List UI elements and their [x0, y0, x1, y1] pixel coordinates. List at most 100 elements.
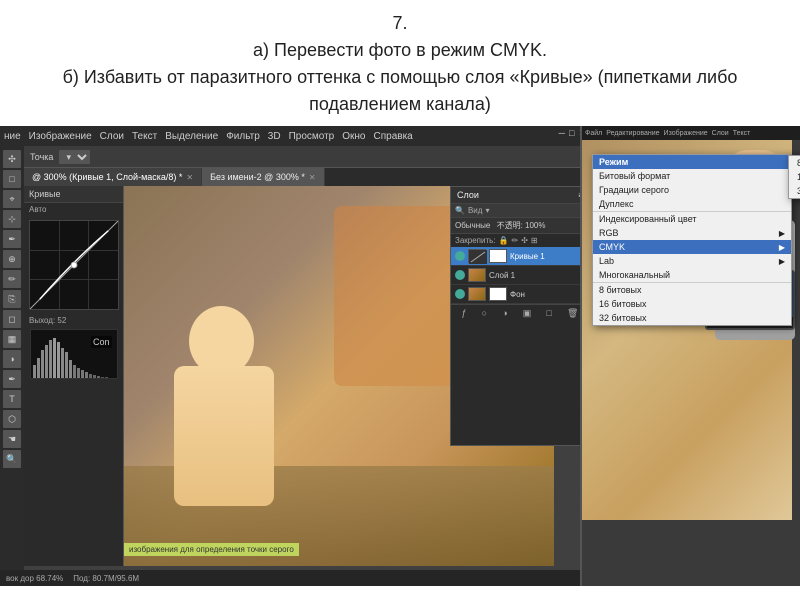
menu-nie[interactable]: ние: [4, 131, 21, 142]
tool-heal[interactable]: ⊕: [3, 250, 21, 268]
dropdown-menu[interactable]: Режим Битовый формат Градации серого Дуп…: [592, 154, 792, 326]
layers-search-row: 🔍 Вид ▾: [451, 204, 589, 218]
tab-2[interactable]: Без имени-2 @ 300% * ✕: [202, 168, 324, 186]
layers-bottom-bar: ƒ ○ ◑ ▣ □ 🗑: [451, 304, 589, 322]
menu-item-multichannel[interactable]: Многоканальный: [593, 268, 791, 282]
menu-item-indexed[interactable]: Индексированный цвет: [593, 211, 791, 226]
submenu-cmyk[interactable]: 8 бит/канал 16 бит/канал 32 бита/канал: [788, 155, 800, 199]
ps2-menubar[interactable]: Файл Редактирование Изображение Слои Тек…: [582, 126, 800, 140]
brush-icon[interactable]: ✏: [512, 236, 519, 245]
slide-header: 7. а) Перевести фото в режим CMYK. б) Из…: [0, 0, 800, 126]
ps2-menu-text[interactable]: Текст: [733, 130, 751, 137]
delete-layer-icon[interactable]: 🗑: [567, 308, 578, 319]
layer-1[interactable]: Слой 1: [451, 266, 589, 285]
chevron-down-icon[interactable]: ▾: [485, 206, 489, 215]
tool-brush[interactable]: ✏: [3, 270, 21, 288]
layer-curves-1[interactable]: Кривые 1: [451, 247, 589, 266]
ps2-content: Режим Битовый формат Градации серого Дуп…: [582, 140, 800, 586]
tool-pen[interactable]: ✒: [3, 370, 21, 388]
tool-name-label: Точка: [30, 152, 53, 162]
tool-zoom[interactable]: 🔍: [3, 450, 21, 468]
tab-1-close[interactable]: ✕: [186, 173, 193, 182]
tool-text[interactable]: T: [3, 390, 21, 408]
ps-window-2: Файл Редактирование Изображение Слои Тек…: [580, 126, 800, 586]
ps2-menu-layers[interactable]: Слои: [712, 130, 729, 137]
layers-lock-row: Закрепить: 🔒 ✏ ✣ ⊞: [451, 234, 589, 247]
layer-eye-1[interactable]: [455, 270, 465, 280]
menu-help[interactable]: Справка: [374, 131, 413, 142]
tool-crop[interactable]: ⊹: [3, 210, 21, 228]
layers-panel: Слои ≡ 🔍 Вид ▾ Обычные 不透明: 100% Закрепи…: [450, 186, 590, 446]
menu-item-duotone[interactable]: Дуплекс: [593, 197, 791, 211]
task-a: а) Перевести фото в режим CMYK.: [60, 37, 740, 64]
menu-item-lab[interactable]: Lab ▶: [593, 254, 791, 268]
submenu-8bit[interactable]: 8 бит/канал: [789, 156, 800, 170]
ps2-menu-file[interactable]: Файл: [585, 130, 602, 137]
submenu-32bit[interactable]: 32 бита/канал: [789, 184, 800, 198]
menu-window[interactable]: Окно: [342, 131, 365, 142]
tool-select[interactable]: □: [3, 170, 21, 188]
layer-thumb-1: [468, 268, 486, 282]
tool-lasso[interactable]: ⌖: [3, 190, 21, 208]
ps2-menu-edit[interactable]: Редактирование: [606, 130, 659, 137]
submenu-16bit[interactable]: 16 бит/канал: [789, 170, 800, 184]
doc-size: Под: 80.7М/95.6М: [73, 574, 139, 583]
add-mask-icon[interactable]: ○: [482, 308, 487, 319]
menu-image[interactable]: Изображение: [29, 131, 92, 142]
new-group-icon[interactable]: ▣: [523, 308, 532, 319]
menu-header: Режим: [593, 155, 791, 169]
tool-gradient[interactable]: ▦: [3, 330, 21, 348]
menu-filter[interactable]: Фильтр: [226, 131, 260, 142]
menu-item-32bit[interactable]: 32 битовых: [593, 311, 791, 325]
slide-number: 7.: [60, 10, 740, 37]
tool-move[interactable]: ✣: [3, 150, 21, 168]
ps-main-window: ние Изображение Слои Текст Выделение Фил…: [0, 126, 590, 586]
ps-menubar[interactable]: ние Изображение Слои Текст Выделение Фил…: [0, 126, 590, 146]
task-b: б) Избавить от паразитного оттенка с пом…: [60, 64, 740, 118]
tool-path[interactable]: ⬡: [3, 410, 21, 428]
curves-display[interactable]: [29, 220, 119, 310]
lock-icon[interactable]: 🔒: [499, 236, 509, 245]
layers-view-label[interactable]: Вид: [468, 206, 482, 215]
tool-dodge[interactable]: ◑: [3, 350, 21, 368]
art-icon[interactable]: ⊞: [531, 236, 538, 245]
tab-2-close[interactable]: ✕: [309, 173, 316, 182]
menu-3d[interactable]: 3D: [268, 131, 281, 142]
tab-1-label: @ 300% (Кривые 1, Слой-маска/8) *: [32, 172, 182, 182]
search-icon: 🔍: [455, 206, 465, 215]
menu-item-grayscale[interactable]: Градации серого: [593, 183, 791, 197]
tool-hand[interactable]: ☚: [3, 430, 21, 448]
ps2-menu-image[interactable]: Изображение: [664, 130, 708, 137]
curves-title: Кривые: [24, 186, 123, 203]
tool-clone[interactable]: ⎘: [3, 290, 21, 308]
layers-filter-row[interactable]: Обычные 不透明: 100%: [451, 218, 589, 234]
add-style-icon[interactable]: ƒ: [462, 308, 467, 319]
add-adj-icon[interactable]: ◑: [502, 308, 507, 319]
menu-view[interactable]: Просмотр: [289, 131, 335, 142]
move-icon[interactable]: ✣: [521, 236, 528, 245]
filter-opacity-label: 不透明: 100%: [497, 221, 546, 230]
menu-item-16bit[interactable]: 16 битовых: [593, 297, 791, 311]
menu-select[interactable]: Выделение: [165, 131, 218, 142]
tab-2-label: Без имени-2 @ 300% *: [210, 172, 305, 182]
ps-toolbar: ✣ □ ⌖ ⊹ ✒ ⊕ ✏ ⎘ ◻ ▦ ◑ ✒ T ⬡ ☚ 🔍: [0, 146, 24, 586]
layer-eye-bg[interactable]: [455, 289, 465, 299]
layer-bg[interactable]: Фон: [451, 285, 589, 304]
tool-eraser[interactable]: ◻: [3, 310, 21, 328]
con-label: Con: [91, 336, 112, 348]
layer-name-1: Слой 1: [489, 271, 515, 280]
menu-item-bitmap[interactable]: Битовый формат: [593, 169, 791, 183]
new-layer-icon[interactable]: □: [546, 308, 551, 319]
ps-tabs: @ 300% (Кривые 1, Слой-маска/8) * ✕ Без …: [24, 168, 590, 186]
layer-mask-curves: [489, 249, 507, 263]
menu-layers[interactable]: Слои: [100, 131, 124, 142]
tool-preset-select[interactable]: ▾: [59, 150, 90, 164]
menu-item-cmyk[interactable]: CMYK ▶ 8 бит/канал 16 бит/канал 32 бита/…: [593, 240, 791, 254]
layer-thumb-curves: [468, 249, 486, 263]
menu-item-rgb[interactable]: RGB ▶: [593, 226, 791, 240]
menu-item-8bit[interactable]: 8 битовых: [593, 282, 791, 297]
tool-eyedropper[interactable]: ✒: [3, 230, 21, 248]
layer-eye-curves[interactable]: [455, 251, 465, 261]
tab-1[interactable]: @ 300% (Кривые 1, Слой-маска/8) * ✕: [24, 168, 202, 186]
menu-text[interactable]: Текст: [132, 131, 157, 142]
